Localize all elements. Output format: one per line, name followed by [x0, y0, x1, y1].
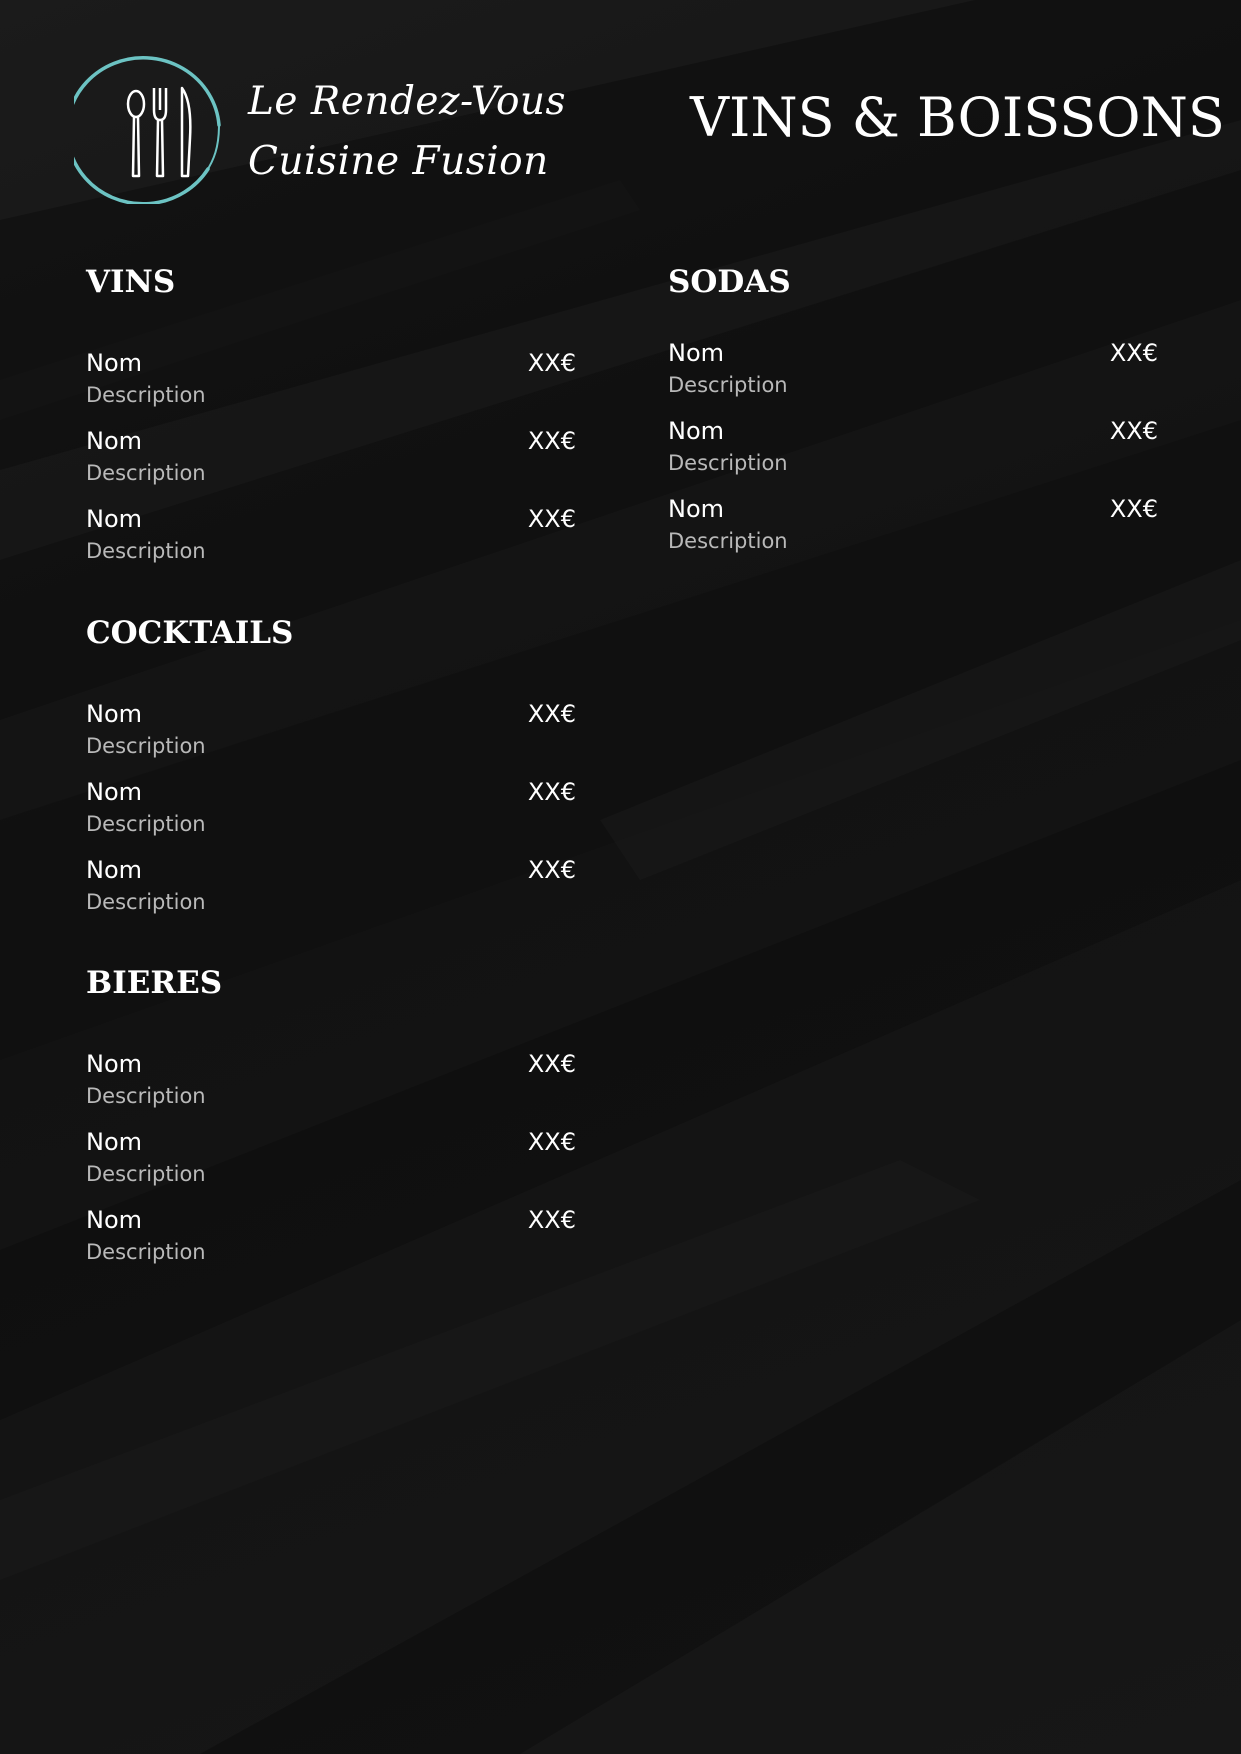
restaurant-name-line1: Le Rendez-Vous — [248, 79, 567, 124]
item-price: XX€ — [527, 778, 576, 806]
item-name: Nom — [86, 778, 143, 806]
item-description: Description — [86, 734, 206, 758]
menu-item: Nom XX€ Description — [86, 699, 576, 777]
item-description: Description — [86, 1162, 206, 1186]
item-description: Description — [668, 451, 788, 475]
item-price: XX€ — [527, 427, 576, 455]
section-title: VINS — [86, 264, 176, 300]
item-price: XX€ — [527, 1128, 576, 1156]
item-description: Description — [86, 383, 206, 407]
item-description: Description — [86, 539, 206, 563]
item-name: Nom — [86, 1128, 143, 1156]
item-name: Nom — [86, 856, 143, 884]
menu-item: Nom XX€ Description — [86, 426, 576, 504]
section-title: COCKTAILS — [86, 615, 294, 651]
item-name: Nom — [86, 700, 143, 728]
menu-item: Nom XX€ Description — [668, 494, 1158, 572]
item-name: Nom — [86, 505, 143, 533]
menu-item: Nom XX€ Description — [86, 1049, 576, 1127]
item-price: XX€ — [1109, 417, 1158, 445]
section-title: SODAS — [668, 264, 791, 300]
item-name: Nom — [86, 1206, 143, 1234]
item-name: Nom — [668, 417, 725, 445]
item-description: Description — [668, 373, 788, 397]
item-price: XX€ — [527, 1206, 576, 1234]
item-description: Description — [86, 812, 206, 836]
menu-item: Nom XX€ Description — [86, 855, 576, 933]
item-price: XX€ — [527, 349, 576, 377]
section-vins: VINS Nom XX€ Description Nom XX€ Descrip… — [86, 262, 576, 582]
page-title: VINS & BOISSONS — [690, 86, 1225, 149]
item-price: XX€ — [527, 505, 576, 533]
menu-item: Nom XX€ Description — [668, 416, 1158, 494]
item-name: Nom — [86, 427, 143, 455]
item-description: Description — [86, 890, 206, 914]
item-name: Nom — [668, 339, 725, 367]
section-sodas: SODAS Nom XX€ Description Nom XX€ Descri… — [668, 262, 1158, 572]
menu-item: Nom XX€ Description — [86, 504, 576, 582]
item-name: Nom — [86, 1050, 143, 1078]
menu-page: Le Rendez-Vous Cuisine Fusion VINS & BOI… — [0, 0, 1241, 1754]
restaurant-name-line2: Cuisine Fusion — [248, 139, 549, 184]
item-price: XX€ — [1109, 495, 1158, 523]
item-price: XX€ — [527, 1050, 576, 1078]
section-bieres: BIERES Nom XX€ Description Nom XX€ Descr… — [86, 963, 576, 1283]
item-description: Description — [86, 1240, 206, 1264]
item-price: XX€ — [527, 700, 576, 728]
menu-item: Nom XX€ Description — [86, 1205, 576, 1283]
menu-item: Nom XX€ Description — [668, 338, 1158, 416]
section-cocktails: COCKTAILS Nom XX€ Description Nom XX€ De… — [86, 613, 576, 933]
item-price: XX€ — [1109, 339, 1158, 367]
menu-item: Nom XX€ Description — [86, 1127, 576, 1205]
item-name: Nom — [86, 349, 143, 377]
item-description: Description — [86, 1084, 206, 1108]
item-name: Nom — [668, 495, 725, 523]
item-description: Description — [668, 529, 788, 553]
menu-item: Nom XX€ Description — [86, 777, 576, 855]
item-description: Description — [86, 461, 206, 485]
menu-item: Nom XX€ Description — [86, 348, 576, 426]
restaurant-name: Le Rendez-Vous Cuisine Fusion — [248, 72, 566, 192]
cutlery-ring-icon — [74, 56, 221, 204]
section-title: BIERES — [86, 965, 223, 1001]
item-price: XX€ — [527, 856, 576, 884]
